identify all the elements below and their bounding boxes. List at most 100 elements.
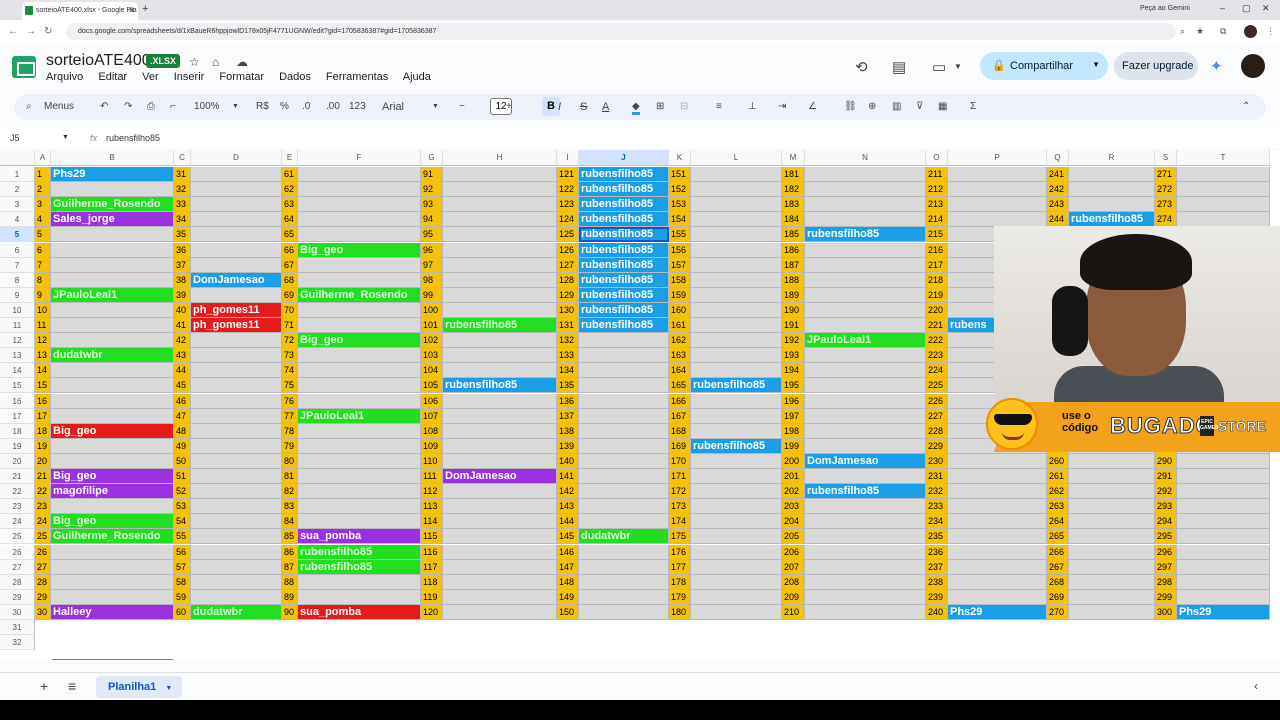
column-header[interactable]: R: [1069, 150, 1155, 166]
row-header[interactable]: 18: [0, 423, 35, 439]
number-cell[interactable]: 155: [669, 227, 691, 243]
number-cell[interactable]: 296: [1155, 544, 1177, 560]
menu-ferramentas[interactable]: Ferramentas: [326, 71, 388, 83]
number-cell[interactable]: 50: [174, 453, 191, 469]
number-cell[interactable]: 111: [421, 469, 443, 484]
empty-cell[interactable]: [691, 272, 782, 288]
number-cell[interactable]: 27: [35, 559, 51, 575]
empty-cell[interactable]: [191, 212, 282, 228]
empty-cell[interactable]: [691, 257, 782, 273]
number-cell[interactable]: 33: [174, 197, 191, 213]
number-cell[interactable]: 182: [782, 182, 805, 198]
gemini-button[interactable]: Peça ao Gemini: [1140, 5, 1190, 12]
row-header[interactable]: 12: [0, 333, 35, 349]
empty-cell[interactable]: [691, 469, 782, 484]
empty-cell[interactable]: [51, 302, 174, 318]
number-cell[interactable]: 217: [926, 257, 948, 273]
name-box[interactable]: J5: [10, 133, 20, 143]
number-cell[interactable]: 228: [926, 423, 948, 439]
row-header[interactable]: 22: [0, 484, 35, 500]
empty-cell[interactable]: [948, 182, 1047, 198]
name-cell[interactable]: rubensfilho85: [805, 484, 926, 500]
number-cell[interactable]: 55: [174, 529, 191, 545]
number-cell[interactable]: 83: [282, 499, 298, 515]
number-cell[interactable]: 143: [557, 499, 579, 515]
zoom-select[interactable]: 100%: [194, 101, 220, 112]
number-cell[interactable]: 268: [1047, 574, 1069, 590]
row-header[interactable]: 8: [0, 272, 35, 288]
empty-cell[interactable]: [805, 574, 926, 590]
gemini-spark-icon[interactable]: ✦: [1210, 57, 1223, 75]
empty-cell[interactable]: [579, 378, 669, 394]
empty-cell[interactable]: [443, 499, 557, 515]
number-cell[interactable]: 229: [926, 438, 948, 454]
add-sheet-button[interactable]: +: [40, 678, 48, 694]
number-cell[interactable]: 238: [926, 574, 948, 590]
empty-cell[interactable]: [1069, 514, 1155, 530]
number-cell[interactable]: 158: [669, 272, 691, 288]
empty-cell[interactable]: [1177, 484, 1270, 500]
empty-cell[interactable]: [191, 287, 282, 303]
number-cell[interactable]: 54: [174, 514, 191, 530]
empty-cell[interactable]: [805, 559, 926, 575]
number-cell[interactable]: 56: [174, 544, 191, 560]
number-cell[interactable]: 76: [282, 393, 298, 409]
empty-cell[interactable]: [191, 559, 282, 575]
number-cell[interactable]: 118: [421, 574, 443, 590]
number-cell[interactable]: 108: [421, 423, 443, 439]
menu-ver[interactable]: Ver: [142, 71, 159, 83]
number-cell[interactable]: 124: [557, 212, 579, 228]
number-cell[interactable]: 135: [557, 378, 579, 394]
number-cell[interactable]: 74: [282, 363, 298, 379]
filter-views-icon[interactable]: ▦: [938, 101, 947, 112]
number-cell[interactable]: 216: [926, 242, 948, 258]
number-cell[interactable]: 239: [926, 589, 948, 605]
empty-cell[interactable]: [691, 499, 782, 515]
column-header[interactable]: P: [948, 150, 1047, 166]
number-cell[interactable]: 234: [926, 514, 948, 530]
empty-cell[interactable]: [298, 363, 421, 379]
empty-cell[interactable]: [191, 257, 282, 273]
align-left-icon[interactable]: ≡: [716, 101, 722, 112]
number-cell[interactable]: 294: [1155, 514, 1177, 530]
number-cell[interactable]: 75: [282, 378, 298, 394]
number-cell[interactable]: 214: [926, 212, 948, 228]
number-cell[interactable]: 3: [35, 197, 51, 213]
empty-cell[interactable]: [691, 348, 782, 364]
number-cell[interactable]: 154: [669, 212, 691, 228]
number-cell[interactable]: 122: [557, 182, 579, 198]
name-cell[interactable]: rubensfilho85: [298, 544, 421, 560]
row-header[interactable]: 26: [0, 544, 35, 560]
empty-cell[interactable]: [298, 484, 421, 500]
number-cell[interactable]: 198: [782, 423, 805, 439]
strikethrough-button[interactable]: S: [580, 101, 587, 113]
number-cell[interactable]: 156: [669, 242, 691, 258]
empty-cell[interactable]: [298, 589, 421, 605]
number-cell[interactable]: 166: [669, 393, 691, 409]
number-cell[interactable]: 199: [782, 438, 805, 454]
number-cell[interactable]: 260: [1047, 453, 1069, 469]
empty-cell[interactable]: [443, 453, 557, 469]
empty-cell[interactable]: [298, 423, 421, 439]
number-cell[interactable]: 185: [782, 227, 805, 243]
name-cell[interactable]: rubensfilho85: [579, 257, 669, 273]
number-cell[interactable]: 262: [1047, 484, 1069, 500]
name-cell[interactable]: rubensfilho85: [579, 302, 669, 318]
empty-cell[interactable]: [1177, 544, 1270, 560]
number-cell[interactable]: 203: [782, 499, 805, 515]
number-cell[interactable]: 18: [35, 423, 51, 439]
name-cell[interactable]: magofilipe: [51, 484, 174, 500]
empty-cell[interactable]: [805, 197, 926, 213]
empty-cell[interactable]: [691, 182, 782, 198]
number-cell[interactable]: 188: [782, 272, 805, 288]
menu-editar[interactable]: Editar: [98, 71, 127, 83]
empty-cell[interactable]: [691, 423, 782, 439]
row-header[interactable]: 31: [0, 620, 35, 636]
row-header[interactable]: 30: [0, 604, 35, 620]
empty-cell[interactable]: [805, 302, 926, 318]
number-cell[interactable]: 148: [557, 574, 579, 590]
number-cell[interactable]: 41: [174, 318, 191, 333]
name-cell[interactable]: DomJamesao: [443, 469, 557, 484]
share-dropdown-icon[interactable]: ▼: [1092, 60, 1100, 69]
name-cell[interactable]: sua_pomba: [298, 529, 421, 545]
